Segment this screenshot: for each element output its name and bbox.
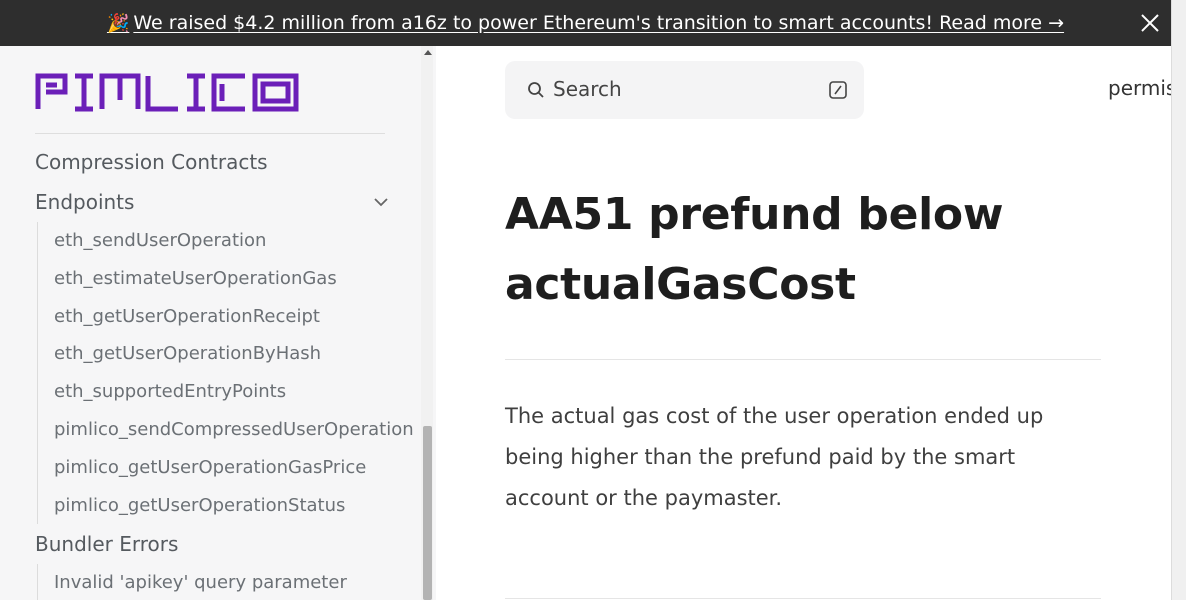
page-scrollbar[interactable] xyxy=(1171,0,1186,600)
sidebar-section-compression-contracts[interactable]: Compression Contracts xyxy=(35,142,390,182)
sidebar: Compression Contracts Endpoints eth_send… xyxy=(0,46,436,600)
keyboard-shortcut-icon xyxy=(829,81,847,99)
bundler-errors-list: Invalid 'apikey' query parameter xyxy=(37,564,415,600)
announcement-banner: 🎉 We raised $4.2 million from a16z to pow… xyxy=(0,0,1171,46)
page-title: AA51 prefund below actualGasCost xyxy=(505,189,1004,310)
sidebar-item-eth-supported-entry-points[interactable]: eth_supportedEntryPoints xyxy=(54,373,415,411)
sidebar-item-invalid-apikey[interactable]: Invalid 'apikey' query parameter xyxy=(54,564,415,600)
party-popper-icon: 🎉 xyxy=(106,13,130,34)
pimlico-logo[interactable] xyxy=(35,72,299,112)
top-nav-link[interactable]: permis xyxy=(1108,76,1171,100)
sidebar-item-pimlico-get-user-operation-status[interactable]: pimlico_getUserOperationStatus xyxy=(54,487,415,525)
sidebar-item-pimlico-get-user-operation-gas-price[interactable]: pimlico_getUserOperationGasPrice xyxy=(54,449,415,487)
sidebar-section-bundler-errors[interactable]: Bundler Errors xyxy=(35,524,390,564)
sidebar-item-eth-estimate-user-operation-gas[interactable]: eth_estimateUserOperationGas xyxy=(54,260,415,298)
search-icon xyxy=(528,82,544,98)
announcement-text: We raised $4.2 million from a16z to powe… xyxy=(133,12,1065,34)
sidebar-item-pimlico-send-compressed-user-operation[interactable]: pimlico_sendCompressedUserOperation xyxy=(54,411,415,449)
close-icon[interactable] xyxy=(1139,12,1161,34)
article-body: The actual gas cost of the user operatio… xyxy=(505,404,1044,510)
search-placeholder: Search xyxy=(553,77,622,101)
sidebar-scrollbar-thumb[interactable] xyxy=(423,426,432,600)
sidebar-section-label: Bundler Errors xyxy=(35,532,179,557)
section-divider xyxy=(505,598,1101,599)
sidebar-section-label: Compression Contracts xyxy=(35,150,268,174)
sidebar-nav: Compression Contracts Endpoints eth_send… xyxy=(35,142,415,600)
scroll-up-arrow-icon[interactable] xyxy=(424,50,432,55)
search-button[interactable]: Search xyxy=(505,61,864,119)
sidebar-item-eth-get-user-operation-receipt[interactable]: eth_getUserOperationReceipt xyxy=(54,298,415,336)
chevron-down-icon[interactable] xyxy=(372,193,390,211)
sidebar-section-endpoints[interactable]: Endpoints xyxy=(35,182,390,222)
sidebar-item-eth-get-user-operation-by-hash[interactable]: eth_getUserOperationByHash xyxy=(54,335,415,373)
sidebar-section-label: Endpoints xyxy=(35,190,135,214)
title-divider xyxy=(505,359,1101,360)
announcement-link[interactable]: 🎉 We raised $4.2 million from a16z to pow… xyxy=(107,12,1064,34)
endpoints-list: eth_sendUserOperation eth_estimateUserOp… xyxy=(37,222,415,525)
logo-divider xyxy=(35,133,385,134)
sidebar-item-eth-send-user-operation[interactable]: eth_sendUserOperation xyxy=(54,222,415,260)
